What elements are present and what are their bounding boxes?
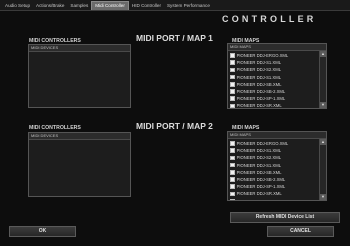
midi-map-item[interactable]: PIONEER DDJ-SP-1.XML [230,95,319,102]
port-title-2: MIDI PORT / MAP 2 [136,121,213,131]
midi-map-item[interactable]: PIONEER DDJ-S2.XML [230,66,319,73]
midi-map-item[interactable]: PIONEER DDJ-S2.XML [230,154,319,161]
midi-map-checkbox[interactable] [230,148,235,154]
tab-audio-setup[interactable]: Audio Setup [2,2,33,10]
midi-map-label: PIONEER DDJ-S1.XML [237,199,281,200]
midi-map-item[interactable]: PIONEER DDJ-S1.XML [230,74,319,81]
ok-button[interactable]: OK [9,226,76,237]
midi-map-label: PIONEER DDJ-SR.XML [236,191,282,197]
midi-map-checkbox[interactable] [230,162,235,168]
scroll-down-icon[interactable]: ▼ [320,194,326,200]
midi-map-item[interactable]: PIONEER DDJ-S1.XML [230,59,319,66]
scrollbar-2[interactable]: ▲ ▼ [319,139,326,200]
midi-map-item[interactable]: PIONEER DDJ-SB-2.XML [230,176,319,183]
midi-map-checkbox[interactable] [230,177,235,182]
midi-map-label: PIONEER DDJ-SP-1.XML [236,96,286,102]
midi-maps-header-1: MIDI MAPS [228,44,326,51]
midi-devices-list-2[interactable]: MIDI DEVICES [28,132,131,197]
midi-map-label: PIONEER DDJ-S2.XML [236,155,282,161]
midi-devices-header-2: MIDI DEVICES [29,133,130,140]
midi-map-item[interactable]: PIONEER DDJ-ERGO.XML [230,140,319,147]
midi-map-item[interactable]: PIONEER DDJ-SB-2.XML [230,88,319,95]
tab-midi-controller[interactable]: Midi Controller [91,1,129,10]
midi-map-checkbox[interactable] [230,53,235,58]
midi-map-item[interactable]: PIONEER DDJ-S1.XML [230,147,319,154]
tab-samples[interactable]: Samples [67,2,91,10]
midi-map-checkbox[interactable] [230,184,235,190]
midi-controllers-label-2: MIDI CONTROLLERS [29,125,81,131]
midi-map-item[interactable]: PIONEER DDJ-S1.XML [230,198,319,200]
midi-map-checkbox[interactable] [230,67,235,73]
midi-map-label: PIONEER DDJ-S1.XML [236,74,282,80]
midi-map-label: PIONEER DDJ-S1.XML [236,148,282,154]
scrollbar-1[interactable]: ▲ ▼ [319,51,326,108]
midi-maps-list-1[interactable]: MIDI MAPS PIONEER DDJ-ERGO.XML PIONEER DD… [227,43,327,109]
midi-map-label: PIONEER DDJ-SR.XML [236,103,282,108]
midi-maps-header-2: MIDI MAPS [228,132,326,139]
maps-items-2: PIONEER DDJ-ERGO.XML PIONEER DDJ-S1.XML PI… [228,139,319,200]
midi-map-item[interactable]: PIONEER DDJ-S1.XML [230,162,319,169]
scroll-down-icon[interactable]: ▼ [320,102,326,108]
midi-map-label: PIONEER DDJ-SP-1.XML [236,184,286,190]
scroll-up-icon[interactable]: ▲ [320,51,326,57]
midi-map-checkbox[interactable] [230,60,235,66]
tab-hid-controller[interactable]: HID Controller [129,2,164,10]
tab-bar: Audio Setup Actions/Brake Samples Midi C… [0,0,350,11]
maps-items-1: PIONEER DDJ-ERGO.XML PIONEER DDJ-S1.XML PI… [228,51,319,108]
midi-map-item[interactable]: PIONEER DDJ-SR.XML [230,190,319,197]
midi-map-checkbox[interactable] [230,141,235,146]
midi-map-checkbox[interactable] [230,198,235,200]
midi-map-checkbox[interactable] [230,82,235,87]
midi-map-label: PIONEER DDJ-ERGO.XML [236,141,289,147]
midi-maps-list-2[interactable]: MIDI MAPS PIONEER DDJ-ERGO.XML PIONEER DD… [227,131,327,201]
tab-actions-brake[interactable]: Actions/Brake [33,2,67,10]
midi-map-checkbox[interactable] [230,191,235,197]
midi-map-checkbox[interactable] [230,103,235,108]
midi-map-item[interactable]: PIONEER DDJ-SB.XML [230,169,319,176]
tab-system-performance[interactable]: System Performance [164,2,213,10]
midi-map-item[interactable]: PIONEER DDJ-SP-1.XML [230,183,319,190]
midi-map-label: PIONEER DDJ-SB-2.XML [236,177,286,183]
midi-map-checkbox[interactable] [230,74,235,80]
midi-devices-list-1[interactable]: MIDI DEVICES [28,44,131,108]
midi-map-label: PIONEER DDJ-ERGO.XML [236,53,289,59]
cancel-button[interactable]: CANCEL [267,226,334,237]
midi-map-checkbox[interactable] [230,89,235,94]
scroll-up-icon[interactable]: ▲ [320,139,326,145]
midi-map-label: PIONEER DDJ-SB-2.XML [236,89,286,95]
midi-map-checkbox[interactable] [230,170,235,175]
refresh-midi-device-list-button[interactable]: Refresh MIDI Device List [230,212,340,223]
midi-devices-header-1: MIDI DEVICES [29,45,130,52]
midi-map-label: PIONEER DDJ-SB.XML [236,169,282,175]
midi-map-label: PIONEER DDJ-SB.XML [236,81,282,87]
page-title: CONTROLLER [222,14,317,24]
midi-map-label: PIONEER DDJ-S1.XML [236,60,282,66]
midi-map-label: PIONEER DDJ-S2.XML [236,67,282,73]
midi-map-label: PIONEER DDJ-S1.XML [236,162,282,168]
midi-map-item[interactable]: PIONEER DDJ-SR.XML [230,102,319,108]
midi-map-checkbox[interactable] [230,96,235,102]
midi-map-item[interactable]: PIONEER DDJ-ERGO.XML [230,52,319,59]
port-title-1: MIDI PORT / MAP 1 [136,33,213,43]
midi-map-checkbox[interactable] [230,155,235,161]
midi-map-item[interactable]: PIONEER DDJ-SB.XML [230,81,319,88]
